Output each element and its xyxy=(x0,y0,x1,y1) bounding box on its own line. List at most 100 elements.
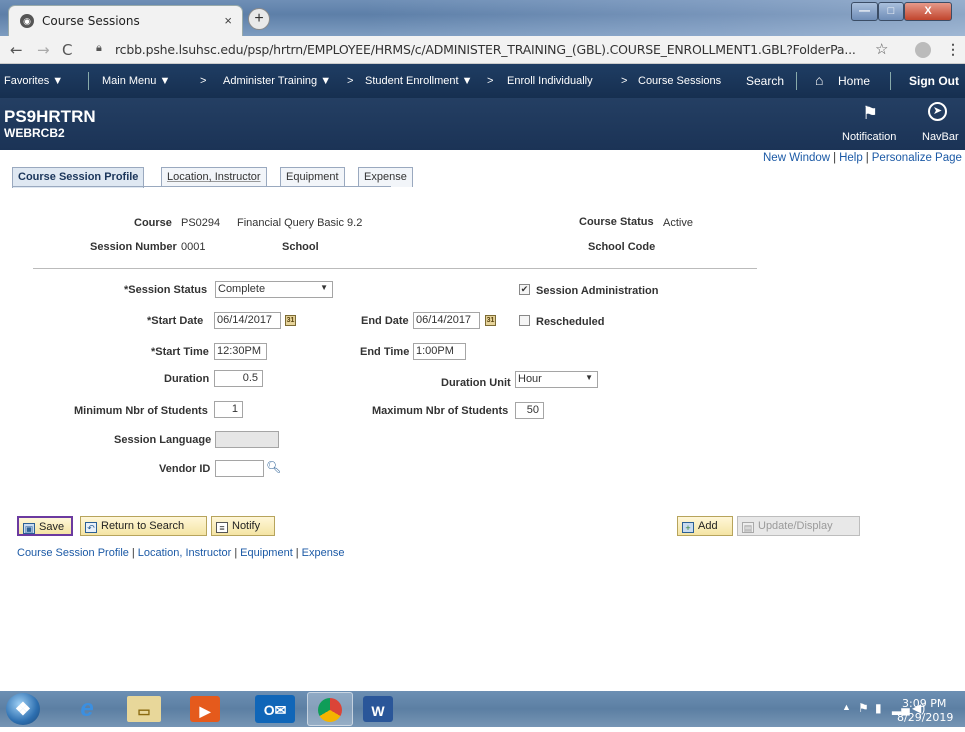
session-status-value: Complete xyxy=(218,283,266,295)
nav-divider xyxy=(796,72,797,90)
breadcrumb-separator-icon: > xyxy=(200,75,207,87)
browser-tab[interactable]: ◉ Course Sessions × xyxy=(8,5,243,36)
tab-close-icon[interactable]: × xyxy=(224,13,232,28)
calendar-icon[interactable]: 31 xyxy=(285,315,296,326)
tab-course-session-profile[interactable]: Course Session Profile xyxy=(12,167,145,188)
reload-icon[interactable]: C xyxy=(62,41,72,59)
start-time-input[interactable]: 12:30PM xyxy=(214,343,267,360)
database-name: PS9HRTRN xyxy=(4,107,96,126)
media-player-icon[interactable]: ▶ xyxy=(190,696,220,722)
breadcrumb-enroll-individually[interactable]: Enroll Individually xyxy=(507,75,593,87)
maximize-button[interactable]: □ xyxy=(878,2,904,21)
new-window-link[interactable]: New Window xyxy=(763,152,830,164)
duration-unit-label: Duration Unit xyxy=(441,377,511,389)
max-students-input[interactable]: 50 xyxy=(515,402,544,419)
minimize-button[interactable]: — xyxy=(851,2,878,21)
outlook-icon[interactable]: O✉ xyxy=(255,695,295,723)
add-button-label: Add xyxy=(698,520,718,532)
personalize-page-link[interactable]: Personalize Page xyxy=(872,152,962,164)
duration-unit-select[interactable]: Hour ▼ xyxy=(515,371,598,388)
return-to-search-label: Return to Search xyxy=(101,520,185,532)
calendar-icon[interactable]: 31 xyxy=(485,315,496,326)
notification-flag-icon[interactable]: ⚑ xyxy=(862,103,878,124)
file-explorer-icon[interactable]: ▭ xyxy=(127,696,161,722)
return-search-icon: ↶ xyxy=(85,522,97,533)
navbar-label[interactable]: NavBar xyxy=(922,131,959,143)
word-icon[interactable]: W xyxy=(363,696,393,722)
breadcrumb-separator-icon: > xyxy=(487,75,494,87)
session-number-label: Session Number xyxy=(90,241,177,253)
course-label: Course xyxy=(134,217,172,229)
breadcrumb-course-sessions[interactable]: Course Sessions xyxy=(638,75,721,87)
power-icon[interactable]: ▮ xyxy=(875,701,882,715)
sign-out-link[interactable]: Sign Out xyxy=(909,74,959,88)
bottom-page-links: Course Session Profile | Location, Instruc… xyxy=(17,547,345,559)
session-status-label: *Session Status xyxy=(124,284,208,296)
save-button-label: Save xyxy=(39,521,65,533)
start-date-label: *Start Date xyxy=(147,315,204,327)
profile-avatar-icon[interactable] xyxy=(915,42,931,58)
return-to-search-button[interactable]: ↶ Return to Search xyxy=(80,516,207,536)
link-course-session-profile[interactable]: Course Session Profile xyxy=(17,547,129,559)
chrome-taskbar-icon[interactable] xyxy=(307,692,353,726)
link-expense[interactable]: Expense xyxy=(302,547,345,559)
home-link[interactable]: Home xyxy=(838,74,870,88)
search-link[interactable]: Search xyxy=(746,74,784,88)
notify-button[interactable]: ≡ Notify xyxy=(211,516,275,536)
end-date-input[interactable]: 06/14/2017 xyxy=(413,312,480,329)
save-button[interactable]: ▣ Save xyxy=(17,516,73,536)
vendor-id-input[interactable] xyxy=(215,460,264,477)
page-favicon-icon: ◉ xyxy=(20,14,34,28)
bookmark-star-icon[interactable]: ☆ xyxy=(875,40,888,58)
start-button-icon[interactable]: ❖ xyxy=(6,693,40,725)
session-administration-checkbox[interactable]: ✔ xyxy=(519,284,530,295)
tab-location-instructor[interactable]: Location, Instructor xyxy=(161,167,267,187)
start-date-input[interactable]: 06/14/2017 xyxy=(214,312,281,329)
tab-expense[interactable]: Expense xyxy=(358,167,413,187)
add-button[interactable]: + Add xyxy=(677,516,733,536)
address-bar: ← → C 🔒︎ rcbb.pshe.lsuhsc.edu/psp/hrtrn/… xyxy=(0,36,965,64)
start-time-label: *Start Time xyxy=(151,346,209,358)
notification-label[interactable]: Notification xyxy=(842,131,896,143)
close-window-button[interactable]: X xyxy=(904,2,952,21)
link-equipment[interactable]: Equipment xyxy=(240,547,293,559)
session-status-select[interactable]: Complete ▼ xyxy=(215,281,333,298)
session-language-input[interactable] xyxy=(215,431,279,448)
save-disk-icon: ▣ xyxy=(23,523,35,534)
tab-equipment[interactable]: Equipment xyxy=(280,167,345,187)
main-menu[interactable]: Main Menu ▼ xyxy=(102,75,170,87)
internet-explorer-icon[interactable]: e xyxy=(64,694,110,724)
update-display-icon: ▤ xyxy=(742,522,754,533)
forward-arrow-icon[interactable]: → xyxy=(37,41,50,59)
help-link[interactable]: Help xyxy=(839,152,863,164)
clock-date[interactable]: 8/29/2019 xyxy=(897,711,953,724)
update-display-button[interactable]: ▤ Update/Display xyxy=(737,516,860,536)
breadcrumb-administer-training[interactable]: Administer Training ▼ xyxy=(223,75,331,87)
chrome-logo-icon xyxy=(318,698,342,722)
chevron-down-icon: ▼ xyxy=(585,373,593,382)
action-center-flag-icon[interactable]: ⚑ xyxy=(858,701,869,715)
back-arrow-icon[interactable]: ← xyxy=(10,41,23,59)
clock-time[interactable]: 3:09 PM xyxy=(902,697,946,710)
url-field[interactable]: 🔒︎ rcbb.pshe.lsuhsc.edu/psp/hrtrn/EMPLOY… xyxy=(92,40,895,60)
course-status-value: Active xyxy=(663,217,693,229)
breadcrumb-student-enrollment[interactable]: Student Enrollment ▼ xyxy=(365,75,473,87)
url-text[interactable]: rcbb.pshe.lsuhsc.edu/psp/hrtrn/EMPLOYEE/… xyxy=(115,42,856,57)
navbar-compass-icon[interactable]: ➤ xyxy=(928,102,947,121)
tray-expand-icon[interactable]: ▲ xyxy=(842,702,851,712)
min-students-input[interactable]: 1 xyxy=(214,401,243,418)
vendor-id-label: Vendor ID xyxy=(159,463,211,475)
school-label: School xyxy=(282,241,319,253)
school-code-label: School Code xyxy=(588,241,656,253)
home-icon[interactable]: ⌂ xyxy=(815,72,823,88)
rescheduled-checkbox[interactable] xyxy=(519,315,530,326)
user-id: WEBRCB2 xyxy=(4,126,65,140)
link-location-instructor[interactable]: Location, Instructor xyxy=(138,547,232,559)
new-tab-button[interactable]: + xyxy=(248,8,270,30)
duration-input[interactable]: 0.5 xyxy=(214,370,263,387)
favorites-menu[interactable]: Favorites ▼ xyxy=(4,75,63,87)
browser-menu-icon[interactable]: ⋮ xyxy=(946,41,960,58)
add-icon: + xyxy=(682,522,694,533)
end-time-input[interactable]: 1:00PM xyxy=(413,343,466,360)
lookup-search-icon[interactable]: 🔍︎ xyxy=(266,460,281,474)
